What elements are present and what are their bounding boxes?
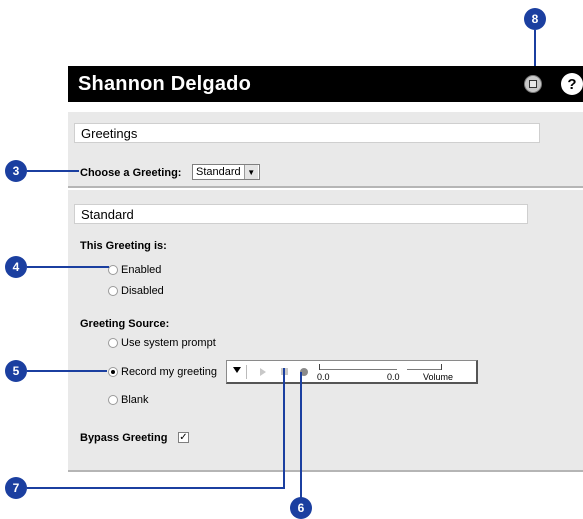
system-prompt-label: Use system prompt (121, 337, 216, 349)
source-system-option[interactable]: Use system prompt (108, 337, 216, 349)
blank-label: Blank (121, 394, 149, 406)
callout-7: 7 (5, 477, 27, 499)
greeting-status-label: This Greeting is: (80, 240, 167, 252)
volume-label: Volume (423, 372, 454, 382)
greeting-recorder: 0.0 0.0 Volume (226, 360, 478, 384)
greetings-panel: Greetings Choose a Greeting: Standard ▼ (68, 112, 583, 188)
bypass-greeting-checkbox[interactable]: ✓ (178, 432, 189, 443)
chevron-down-icon[interactable]: ▼ (243, 165, 258, 179)
record-greeting-radio[interactable] (108, 367, 118, 377)
volume-slider-track[interactable] (407, 369, 441, 370)
callout-8-leader (534, 30, 536, 68)
recorder-divider (246, 365, 247, 379)
title-bar: Shannon Delgado ? (68, 66, 583, 102)
callout-6-leader (300, 372, 302, 498)
callout-3: 3 (5, 160, 27, 182)
volume-slider-thumb[interactable] (441, 364, 442, 370)
bypass-greeting-label: Bypass Greeting (80, 432, 168, 444)
greeting-select-value: Standard (196, 166, 241, 178)
status-enabled-option[interactable]: Enabled (108, 264, 161, 276)
blank-radio[interactable] (108, 395, 118, 405)
window-title: Shannon Delgado (78, 73, 251, 95)
position-slider-track[interactable] (319, 369, 397, 370)
source-record-option[interactable]: Record my greeting (108, 366, 217, 378)
callout-3-leader (27, 170, 79, 172)
greeting-select[interactable]: Standard ▼ (192, 164, 260, 180)
callout-7-leader-horizontal (27, 487, 285, 489)
callout-6: 6 (290, 497, 312, 519)
standard-section-title: Standard (74, 204, 528, 224)
choose-greeting-label: Choose a Greeting: (80, 167, 182, 179)
play-icon[interactable] (260, 368, 266, 376)
duration-value: 0.0 (387, 372, 400, 382)
position-slider-thumb[interactable] (319, 364, 320, 370)
help-icon[interactable]: ? (561, 73, 583, 95)
callout-8: 8 (524, 8, 546, 30)
position-value: 0.0 (317, 372, 330, 382)
save-icon[interactable] (524, 75, 542, 93)
callout-4-leader (27, 266, 109, 268)
recorder-menu-icon[interactable] (233, 367, 241, 373)
callout-4: 4 (5, 256, 27, 278)
system-prompt-radio[interactable] (108, 338, 118, 348)
enabled-radio[interactable] (108, 265, 118, 275)
standard-panel: Standard This Greeting is: Enabled Disab… (68, 190, 583, 472)
greetings-section-title: Greetings (74, 123, 540, 143)
enabled-label: Enabled (121, 264, 162, 276)
callout-5: 5 (5, 360, 27, 382)
disabled-label: Disabled (121, 285, 164, 297)
disabled-radio[interactable] (108, 286, 118, 296)
callout-5-leader (27, 370, 107, 372)
greeting-source-label: Greeting Source: (80, 318, 170, 330)
callout-7-leader-vertical (283, 368, 285, 488)
record-greeting-label: Record my greeting (121, 366, 217, 378)
source-blank-option[interactable]: Blank (108, 394, 149, 406)
status-disabled-option[interactable]: Disabled (108, 285, 164, 297)
